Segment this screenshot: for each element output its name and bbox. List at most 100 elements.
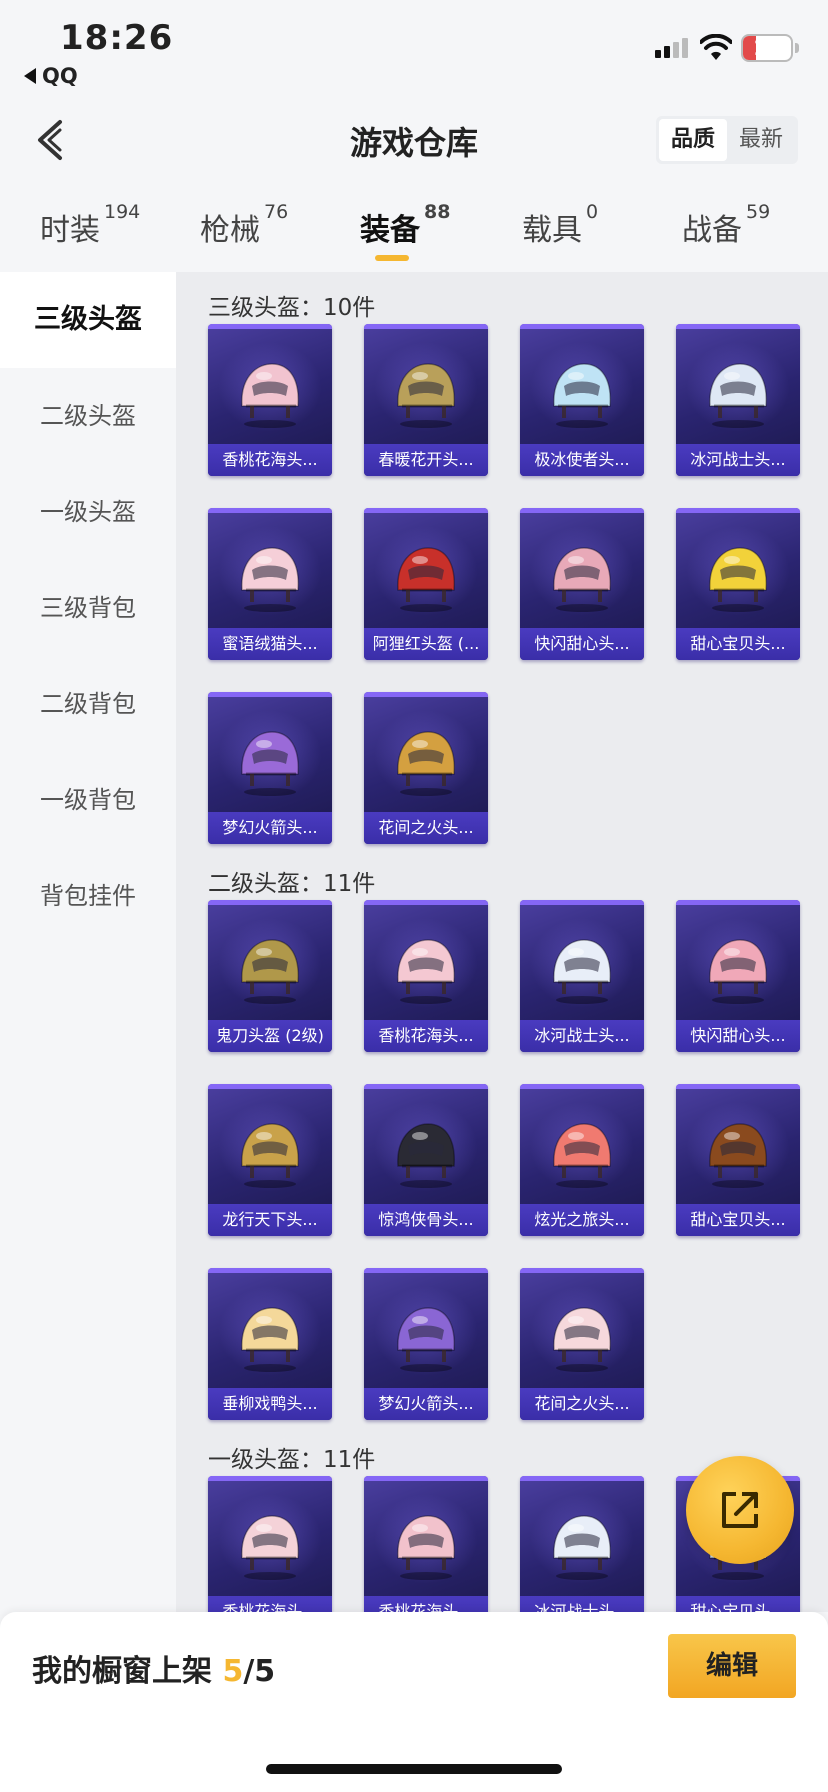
battery-level: 12 [753,36,781,60]
item-card-label: 冰河战士头... [520,1596,644,1612]
sort-toggle: 品质 最新 [656,116,798,164]
item-card-label: 快闪甜心头... [676,1020,800,1052]
helmet-icon [709,363,767,428]
showcase-current: 5 [222,1654,244,1689]
helmet-icon [397,1307,455,1372]
item-card-label: 快闪甜心头... [520,628,644,660]
helmet-icon [397,1123,455,1188]
section-title: 三级头盔：10件 [208,295,376,321]
item-card-label: 甜心宝贝头... [676,1596,800,1612]
helmet-icon [709,547,767,612]
showcase-total: /5 [243,1654,276,1689]
wifi-icon [700,34,732,60]
item-card-label: 阿狸红头盔 (... [364,628,488,660]
item-card[interactable]: 花间之火头... [364,692,488,844]
item-card-label: 香桃花海头... [208,1596,332,1612]
sidebar-item-level2-backpack[interactable]: 二级背包 [0,656,176,752]
item-card[interactable]: 花间之火头... [520,1268,644,1420]
tab-equipment[interactable]: 装备88 [360,201,450,249]
item-card[interactable]: 梦幻火箭头... [364,1268,488,1420]
item-card-label: 蜜语绒猫头... [208,628,332,660]
item-card[interactable]: 阿狸红头盔 (... [364,508,488,660]
item-card[interactable]: 极冰使者头... [520,324,644,476]
item-card-label: 垂柳戏鸭头... [208,1388,332,1420]
item-card[interactable]: 梦幻火箭头... [208,692,332,844]
showcase-status: 我的橱窗上架 5/5 [32,1646,275,1690]
helmet-icon [397,939,455,1004]
bottom-bar: 我的橱窗上架 5/5 编辑 [0,1612,828,1792]
helmet-icon [553,547,611,612]
status-bar: 18:26 QQ 12 [0,0,828,95]
helmet-icon [709,939,767,1004]
sort-option-quality[interactable]: 品质 [659,119,727,161]
item-card[interactable]: 甜心宝贝头... [676,508,800,660]
helmet-icon [553,363,611,428]
section-title: 二级头盔：11件 [208,871,376,897]
item-card[interactable]: 冰河战士头... [676,324,800,476]
item-card-label: 冰河战士头... [676,444,800,476]
helmet-icon [397,731,455,796]
item-card[interactable]: 春暖花开头... [364,324,488,476]
sidebar-item-level1-helmet[interactable]: 一级头盔 [0,464,176,560]
item-card[interactable]: 香桃花海头... [208,324,332,476]
item-card-label: 极冰使者头... [520,444,644,476]
section-title: 一级头盔：11件 [208,1447,376,1473]
sidebar-item-level1-backpack[interactable]: 一级背包 [0,752,176,848]
item-card-label: 惊鸿侠骨头... [364,1204,488,1236]
item-card[interactable]: 香桃花海头... [208,1476,332,1612]
sidebar-item-backpack-charm[interactable]: 背包挂件 [0,848,176,944]
item-card-label: 冰河战士头... [520,1020,644,1052]
tab-active-indicator [375,255,409,261]
item-card-label: 花间之火头... [520,1388,644,1420]
helmet-icon [553,1515,611,1580]
item-card[interactable]: 快闪甜心头... [676,900,800,1052]
sidebar: 三级头盔 二级头盔 一级头盔 三级背包 二级背包 一级背包 背包挂件 [0,272,176,1612]
item-card[interactable]: 香桃花海头... [364,1476,488,1612]
showcase-label: 我的橱窗上架 [32,1654,212,1689]
share-out-icon [722,1492,758,1528]
tab-count: 194 [104,201,141,223]
item-card-label: 甜心宝贝头... [676,1204,800,1236]
sort-option-newest[interactable]: 最新 [727,119,795,161]
back-to-app[interactable]: QQ [24,64,78,88]
helmet-icon [241,939,299,1004]
item-card[interactable]: 鬼刀头盔 (2级) [208,900,332,1052]
item-card[interactable]: 甜心宝贝头... [676,1084,800,1236]
item-card[interactable]: 冰河战士头... [520,1476,644,1612]
helmet-icon [397,547,455,612]
item-card[interactable]: 惊鸿侠骨头... [364,1084,488,1236]
sidebar-item-level2-helmet[interactable]: 二级头盔 [0,368,176,464]
tab-count: 59 [746,201,771,223]
item-card[interactable]: 炫光之旅头... [520,1084,644,1236]
tab-vehicles[interactable]: 载具0 [522,201,598,249]
back-triangle-icon [24,68,36,84]
item-card-label: 龙行天下头... [208,1204,332,1236]
helmet-icon [553,939,611,1004]
item-card[interactable]: 龙行天下头... [208,1084,332,1236]
item-card[interactable]: 快闪甜心头... [520,508,644,660]
item-card[interactable]: 香桃花海头... [364,900,488,1052]
item-card-label: 炫光之旅头... [520,1204,644,1236]
tab-weapons[interactable]: 枪械76 [200,201,288,249]
item-card-label: 香桃花海头... [364,1596,488,1612]
share-fab[interactable] [686,1456,794,1564]
item-card-label: 鬼刀头盔 (2级) [208,1020,332,1052]
item-card[interactable]: 垂柳戏鸭头... [208,1268,332,1420]
helmet-icon [397,1515,455,1580]
category-tabs: 时装194 枪械76 装备88 载具0 战备59 [0,195,828,270]
helmet-icon [241,547,299,612]
sidebar-item-level3-backpack[interactable]: 三级背包 [0,560,176,656]
tab-fashion[interactable]: 时装194 [40,201,140,249]
helmet-icon [709,1123,767,1188]
item-card-label: 香桃花海头... [364,1020,488,1052]
item-card[interactable]: 蜜语绒猫头... [208,508,332,660]
helmet-icon [553,1307,611,1372]
sidebar-item-level3-helmet[interactable]: 三级头盔 [0,272,176,368]
tab-supplies[interactable]: 战备59 [682,201,770,249]
edit-button[interactable]: 编辑 [668,1634,796,1698]
helmet-icon [241,1123,299,1188]
item-card[interactable]: 冰河战士头... [520,900,644,1052]
battery-icon: 12 [741,34,793,62]
tab-count: 76 [264,201,289,223]
signal-icon [655,38,688,58]
